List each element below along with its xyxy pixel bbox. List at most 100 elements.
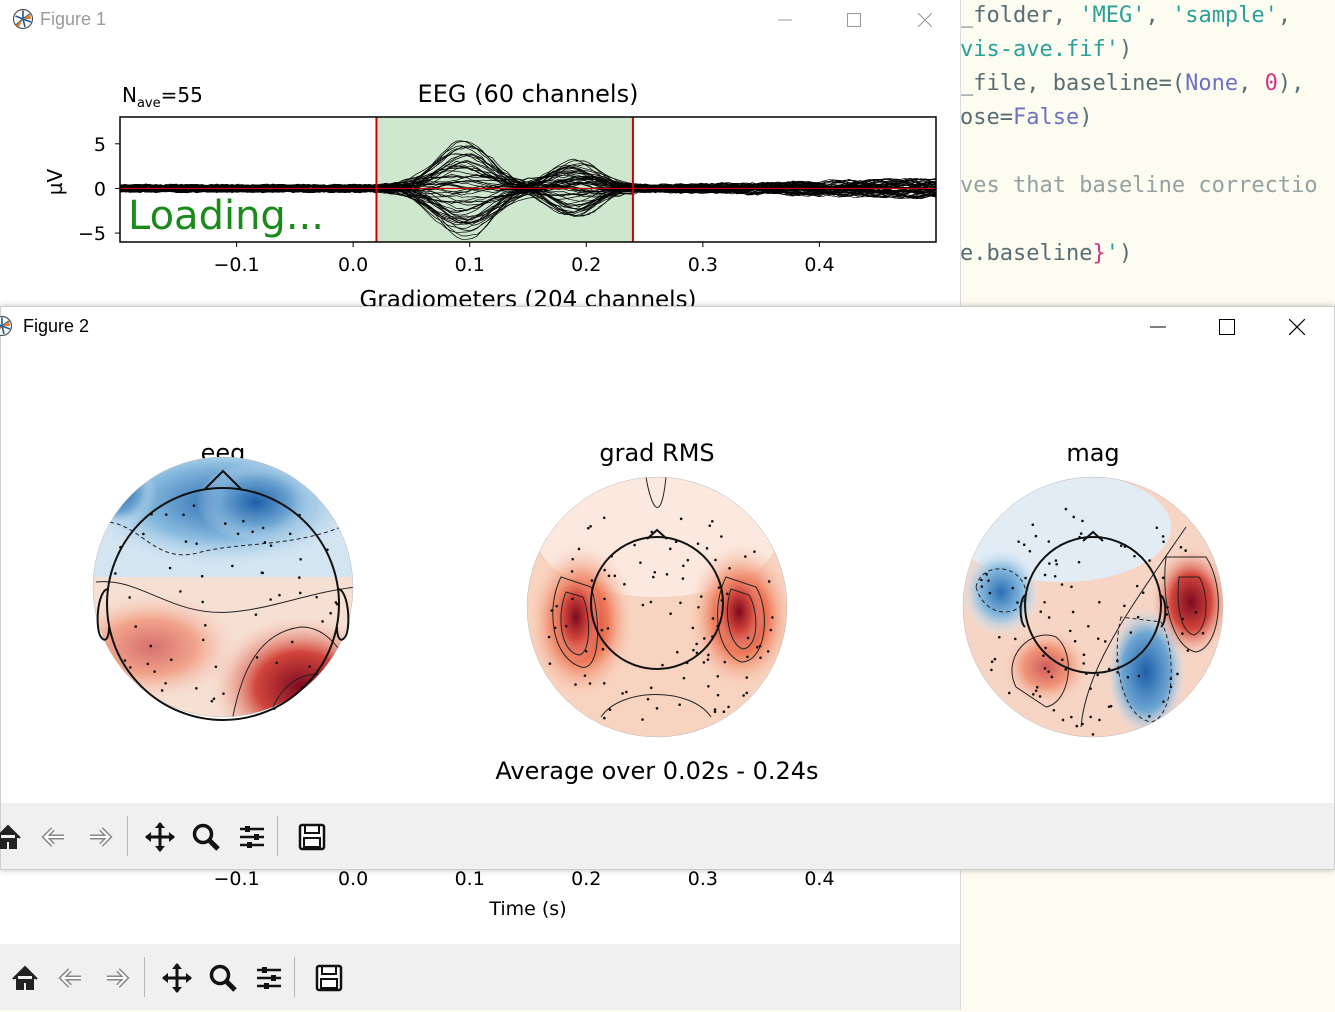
sensor-dot	[758, 644, 762, 648]
sensor-dot	[710, 519, 714, 523]
sensor-dot	[195, 686, 198, 690]
code-line[interactable]: e.baseline}')	[960, 241, 1132, 266]
figure2-titlebar[interactable]: Figure 2	[0, 307, 1334, 347]
sensor-dot	[553, 626, 557, 630]
sensor-dot	[727, 705, 730, 709]
sensor-dot	[321, 620, 324, 623]
sensor-dot	[1136, 615, 1140, 619]
code-line[interactable]: _folder, 'MEG', 'sample',	[960, 3, 1291, 28]
sensor-dot	[334, 601, 338, 604]
sensor-dot	[1039, 610, 1043, 613]
configure-button[interactable]	[248, 957, 290, 999]
code-line[interactable]: _file, baseline=(None, 0),	[960, 71, 1304, 96]
loading-text: Loading...	[128, 193, 324, 239]
code-line[interactable]: vis-ave.fif')	[960, 37, 1132, 62]
sensor-dot	[1169, 685, 1173, 689]
topomap-eeg[interactable]: eeg	[61, 432, 391, 757]
figure1-titlebar[interactable]: Figure 1	[0, 0, 960, 40]
sensor-dot	[661, 663, 664, 667]
code-line[interactable]: ose=False)	[960, 105, 1092, 130]
sensor-dot	[610, 554, 614, 558]
sensor-dot	[603, 568, 606, 572]
maximize-button[interactable]	[1204, 307, 1250, 347]
sensor-dot	[179, 590, 182, 593]
sensor-dot	[1079, 532, 1083, 535]
sensor-dot	[633, 543, 636, 547]
sensor-dot	[223, 522, 227, 525]
topomap-grad-rms[interactable]: grad RMS	[521, 439, 796, 742]
pan-button[interactable]	[139, 816, 181, 858]
sensor-dot	[1072, 515, 1076, 519]
home-button[interactable]	[0, 816, 29, 858]
sensor-dot	[1116, 659, 1119, 663]
sensor-dot	[621, 692, 624, 695]
configure-button[interactable]	[231, 816, 273, 858]
sensor-dot	[1137, 674, 1141, 678]
back-button[interactable]	[50, 957, 92, 999]
sensor-dot	[603, 716, 606, 720]
x-tick-label: 0.4	[804, 254, 834, 276]
sensor-dot	[1123, 545, 1127, 548]
sensor-dot	[278, 593, 281, 597]
sensor-dot	[603, 597, 606, 601]
maximize-button[interactable]	[831, 0, 877, 40]
sensor-dot	[160, 689, 164, 692]
sensor-dot	[706, 658, 710, 661]
sensor-dot	[210, 699, 214, 703]
sensor-dot	[1053, 574, 1057, 578]
sensor-dot	[315, 595, 318, 599]
sensor-dot	[1064, 507, 1068, 511]
sensor-dot	[589, 525, 592, 528]
topomap-mag-title: mag	[1066, 439, 1119, 467]
pan-button[interactable]	[156, 957, 198, 999]
sensor-dot	[1126, 675, 1130, 679]
topomap-mag[interactable]: mag	[951, 439, 1231, 742]
back-icon	[41, 827, 64, 847]
sensor-dot	[119, 545, 122, 549]
sensor-dot	[201, 638, 205, 642]
zoom-button[interactable]	[202, 957, 244, 999]
sensor-dot	[301, 686, 304, 689]
save-button[interactable]	[308, 957, 350, 999]
close-button[interactable]	[1274, 307, 1320, 347]
x-tick-label: 0.2	[571, 254, 601, 276]
eeg-butterfly-chart[interactable]: Nave=55 EEG (60 channels) −0.1 0.0 0.1 0.2 0…	[0, 60, 960, 310]
sensor-dot	[767, 580, 771, 583]
sensor-dot	[1068, 629, 1072, 633]
code-token: ,	[1277, 3, 1292, 28]
save-button[interactable]	[291, 816, 333, 858]
sensor-dot	[1096, 673, 1099, 677]
sensor-dot	[769, 628, 773, 632]
sensor-dot	[149, 644, 153, 648]
sensor-dot	[214, 665, 218, 669]
x-tick-label: 0.1	[455, 254, 485, 276]
sensor-dot	[1161, 535, 1165, 538]
minimize-button[interactable]	[1135, 307, 1181, 347]
forward-button[interactable]	[79, 816, 121, 858]
zoom-button[interactable]	[185, 816, 227, 858]
sensor-dot	[1011, 586, 1015, 590]
sensor-dot	[682, 564, 685, 568]
forward-icon	[107, 968, 130, 988]
sensor-dot	[1098, 718, 1101, 722]
code-token: _file, baseline=(	[960, 71, 1186, 96]
close-button[interactable]	[902, 0, 948, 40]
code-token: ,	[1238, 71, 1265, 96]
sensor-dot	[242, 519, 245, 523]
sensor-dot	[288, 532, 292, 536]
minimize-button[interactable]	[762, 0, 808, 40]
home-button[interactable]	[4, 957, 46, 999]
sensor-dot	[652, 575, 655, 579]
sensor-dot	[1050, 675, 1054, 679]
sensor-dot	[685, 661, 689, 665]
sensor-dot	[707, 653, 710, 657]
code-token: False	[1012, 105, 1080, 130]
sensor-dot	[1077, 560, 1081, 564]
forward-button[interactable]	[96, 957, 138, 999]
code-line[interactable]: ves that baseline correctio	[960, 173, 1318, 198]
sensor-dot	[714, 558, 717, 562]
sensor-dot	[129, 666, 132, 669]
back-button[interactable]	[33, 816, 75, 858]
sensor-dot	[1031, 523, 1035, 527]
code-token: _folder,	[960, 3, 1080, 28]
